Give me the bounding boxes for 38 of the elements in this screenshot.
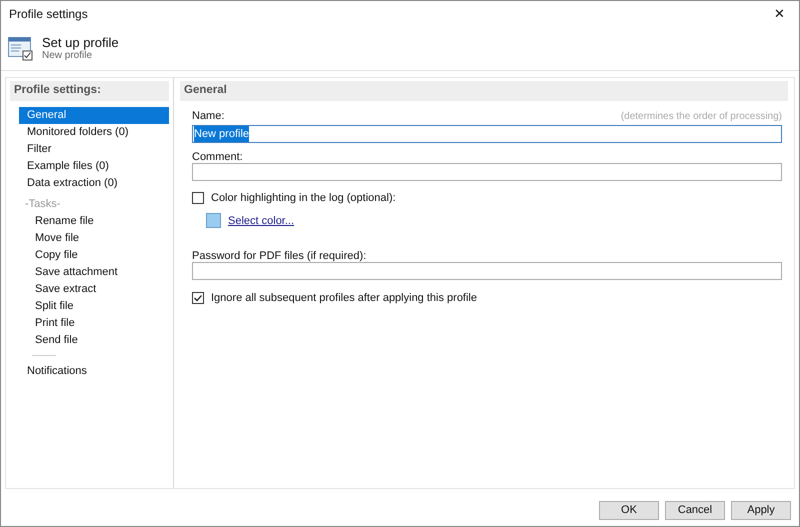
header-subtitle: New profile xyxy=(42,50,92,62)
header-title: Set up profile xyxy=(42,36,119,48)
sidebar-item[interactable]: Save extract xyxy=(19,281,169,298)
field-label: Password for PDF files (if required): xyxy=(192,249,368,261)
checkbox[interactable] xyxy=(192,292,204,304)
color-swatch[interactable] xyxy=(206,213,221,228)
field-label: Comment: xyxy=(192,150,244,162)
field-label: Name: xyxy=(192,108,224,124)
sidebar-item[interactable]: Example files (0) xyxy=(19,158,169,175)
sidebar-item[interactable]: Notifications xyxy=(19,363,169,380)
sidebar-item[interactable]: Move file xyxy=(19,230,169,247)
input-field[interactable] xyxy=(192,163,782,181)
field-hint: (determines the order of processing) xyxy=(620,110,782,124)
sidebar-item[interactable]: Copy file xyxy=(19,247,169,264)
sidebar-title: Profile settings: xyxy=(10,81,169,101)
tasks-heading: -Tasks- xyxy=(24,197,62,212)
sidebar-item[interactable]: Filter xyxy=(19,141,169,158)
sidebar-item[interactable]: Data extraction (0) xyxy=(19,175,169,192)
window-title: Profile settings xyxy=(9,6,88,23)
select-color-link[interactable]: Select color... xyxy=(228,212,294,229)
sidebar-item[interactable]: Save attachment xyxy=(19,264,169,281)
close-button[interactable]: ✕ xyxy=(768,4,791,24)
sidebar-item[interactable]: Split file xyxy=(19,298,169,315)
form-checkbox-icon xyxy=(8,36,33,61)
dialog-button[interactable]: OK xyxy=(599,501,659,520)
password-field[interactable] xyxy=(192,262,782,280)
sidebar-item[interactable]: Rename file xyxy=(19,213,169,230)
input-field[interactable]: New profile xyxy=(192,125,782,143)
dialog-button[interactable]: Cancel xyxy=(665,501,725,520)
sidebar-item[interactable]: General xyxy=(19,107,169,124)
panel-title: General xyxy=(180,81,788,101)
sidebar-item[interactable]: Send file xyxy=(19,332,169,349)
sidebar-item[interactable]: Print file xyxy=(19,315,169,332)
checkbox[interactable] xyxy=(192,192,204,204)
checkbox-label: Ignore all subsequent profiles after applying this profile xyxy=(211,291,477,306)
dialog-button[interactable]: Apply xyxy=(731,501,791,520)
checkbox-label: Color highlighting in the log (optional): xyxy=(211,191,396,206)
sidebar-item[interactable]: Monitored folders (0) xyxy=(19,124,169,141)
